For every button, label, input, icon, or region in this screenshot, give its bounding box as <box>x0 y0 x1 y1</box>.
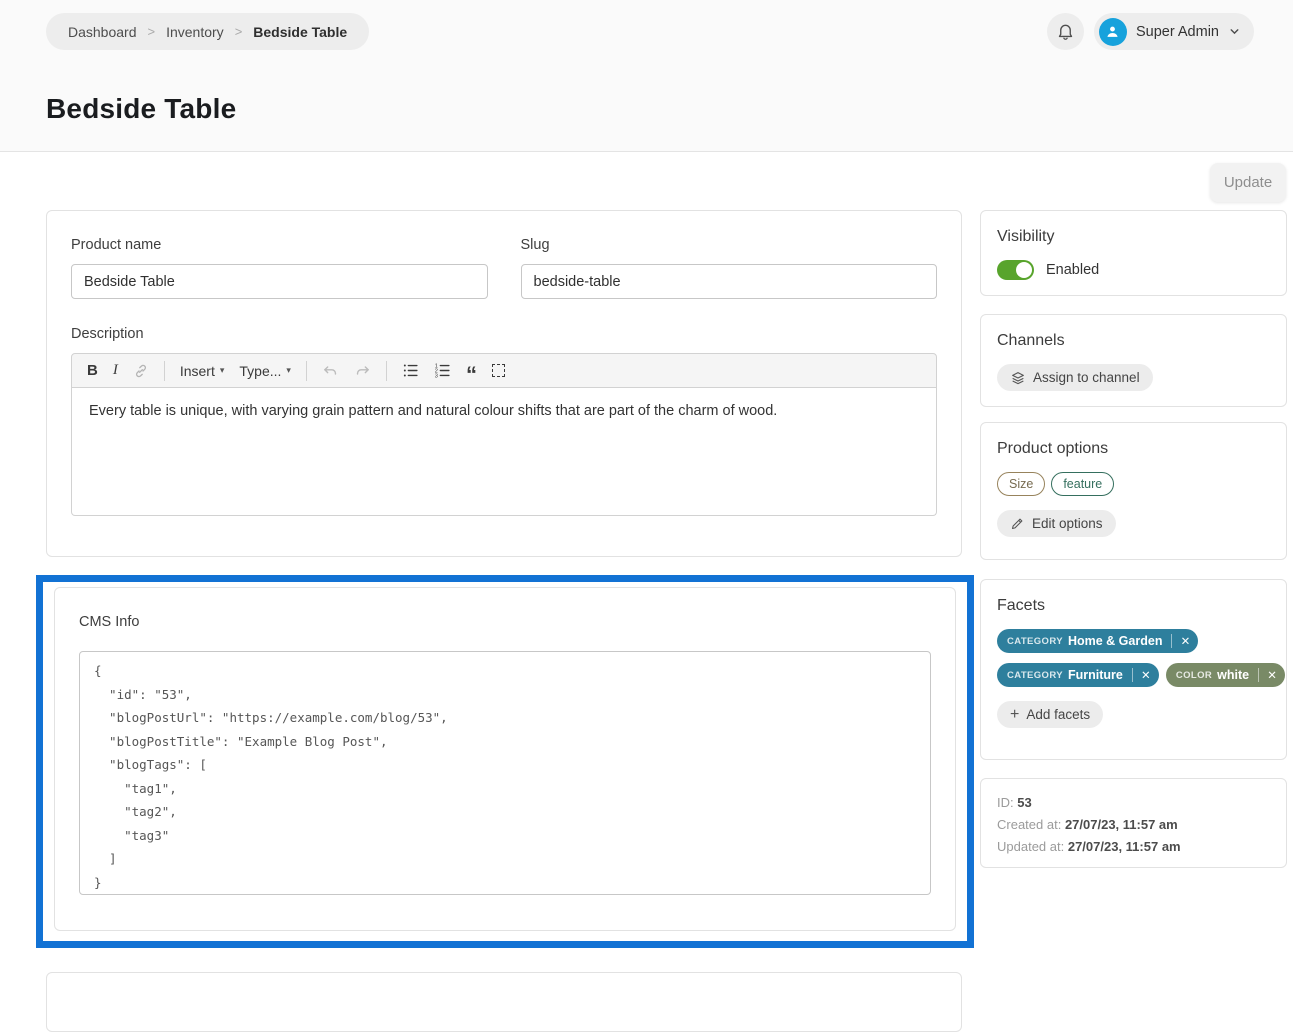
toolbar-divider <box>306 361 307 381</box>
entity-meta-card: ID: 53 Created at: 27/07/23, 11:57 am Up… <box>980 778 1287 868</box>
assign-to-channel-button[interactable]: Assign to channel <box>997 364 1153 391</box>
facets-title: Facets <box>997 597 1270 615</box>
edit-options-button[interactable]: Edit options <box>997 510 1116 537</box>
facet-group-label: CATEGORY <box>1007 636 1063 647</box>
channels-card: Channels Assign to channel <box>980 314 1287 407</box>
facet-chip-home-garden: CATEGORY Home & Garden ✕ <box>997 629 1198 653</box>
cms-info-title: CMS Info <box>79 614 931 630</box>
facet-value-label: white <box>1217 668 1249 682</box>
header-actions: Super Admin <box>1047 13 1254 50</box>
insert-label: Insert <box>180 363 215 379</box>
remove-facet-button[interactable]: ✕ <box>1259 668 1285 682</box>
option-chip-size: Size <box>997 472 1045 496</box>
breadcrumb-separator: > <box>148 24 156 39</box>
facet-group-label: CATEGORY <box>1007 670 1063 681</box>
add-facets-button[interactable]: + Add facets <box>997 701 1103 728</box>
update-button[interactable]: Update <box>1210 163 1286 202</box>
redo-icon <box>354 362 371 379</box>
breadcrumb-separator: > <box>235 24 243 39</box>
breadcrumb: Dashboard > Inventory > Bedside Table <box>46 13 369 50</box>
remove-facet-button[interactable]: ✕ <box>1172 634 1198 648</box>
undo-icon <box>322 362 339 379</box>
caret-down-icon: ▾ <box>220 365 225 376</box>
visibility-toggle[interactable] <box>997 260 1034 280</box>
notifications-button[interactable] <box>1047 13 1084 50</box>
facet-value-label: Furniture <box>1068 668 1123 682</box>
avatar <box>1099 18 1127 46</box>
breadcrumb-current-page: Bedside Table <box>253 24 347 40</box>
chevron-down-icon <box>1228 25 1241 38</box>
cms-json-input[interactable]: { "id": "53", "blogPostUrl": "https://ex… <box>79 651 931 895</box>
facet-chip-furniture: CATEGORY Furniture ✕ <box>997 663 1159 687</box>
type-label: Type... <box>239 363 281 379</box>
product-details-card: Product name Slug Description B I <box>46 210 962 557</box>
product-options-title: Product options <box>997 440 1270 458</box>
page-title: Bedside Table <box>46 93 236 125</box>
toolbar-divider <box>164 361 165 381</box>
meta-created-row: Created at: 27/07/23, 11:57 am <box>997 814 1270 836</box>
breadcrumb-dashboard[interactable]: Dashboard <box>68 24 137 40</box>
add-facets-label: Add facets <box>1026 707 1090 722</box>
updated-at-value: 27/07/23, 11:57 am <box>1068 839 1181 854</box>
visibility-title: Visibility <box>997 228 1270 246</box>
ordered-list-button[interactable]: 1 2 3 <box>434 362 451 379</box>
slug-input[interactable] <box>521 264 938 299</box>
slug-label: Slug <box>521 237 938 253</box>
bullet-list-icon <box>402 362 419 379</box>
user-name: Super Admin <box>1136 24 1219 40</box>
blockquote-button[interactable]: “ <box>466 361 477 380</box>
rich-text-editor: B I Insert ▾ Type... ▾ <box>71 353 937 516</box>
next-section-card <box>46 972 962 1032</box>
bold-button[interactable]: B <box>87 362 98 379</box>
caret-down-icon: ▾ <box>286 365 291 376</box>
product-options-card: Product options Size feature Edit option… <box>980 422 1287 560</box>
toggle-knob <box>1016 262 1032 278</box>
facet-value-label: Home & Garden <box>1068 634 1162 648</box>
visibility-card: Visibility Enabled <box>980 210 1287 296</box>
id-value: 53 <box>1017 795 1031 810</box>
editor-toolbar: B I Insert ▾ Type... ▾ <box>71 353 937 388</box>
bullet-list-button[interactable] <box>402 362 419 379</box>
facets-card: Facets CATEGORY Home & Garden ✕ CATEGORY… <box>980 579 1287 760</box>
ordered-list-icon: 1 2 3 <box>434 362 451 379</box>
bell-icon <box>1056 22 1075 41</box>
italic-button[interactable]: I <box>113 362 118 379</box>
pencil-icon <box>1010 516 1025 531</box>
link-icon <box>133 363 149 379</box>
code-block-button[interactable] <box>492 364 505 377</box>
option-chip-feature: feature <box>1051 472 1114 496</box>
breadcrumb-inventory[interactable]: Inventory <box>166 24 224 40</box>
cms-info-highlight-outline: CMS Info { "id": "53", "blogPostUrl": "h… <box>36 575 974 948</box>
description-label: Description <box>71 326 937 342</box>
meta-updated-row: Updated at: 27/07/23, 11:57 am <box>997 836 1270 858</box>
type-dropdown[interactable]: Type... ▾ <box>239 363 291 379</box>
created-at-label: Created at: <box>997 817 1061 832</box>
created-at-value: 27/07/23, 11:57 am <box>1065 817 1178 832</box>
updated-at-label: Updated at: <box>997 839 1064 854</box>
redo-button[interactable] <box>354 362 371 379</box>
meta-id-row: ID: 53 <box>997 792 1270 814</box>
toolbar-divider <box>386 361 387 381</box>
link-button[interactable] <box>133 363 149 379</box>
edit-options-label: Edit options <box>1032 516 1103 531</box>
visibility-state-label: Enabled <box>1046 262 1099 278</box>
dashed-square-icon <box>492 364 505 377</box>
undo-button[interactable] <box>322 362 339 379</box>
facet-chip-color-white: COLOR white ✕ <box>1166 663 1285 687</box>
assign-to-channel-label: Assign to channel <box>1033 370 1140 385</box>
product-name-input[interactable] <box>71 264 488 299</box>
cms-info-card: CMS Info { "id": "53", "blogPostUrl": "h… <box>54 587 956 931</box>
plus-icon: + <box>1010 708 1019 722</box>
description-editor-body[interactable]: Every table is unique, with varying grai… <box>71 388 937 516</box>
id-label: ID: <box>997 795 1014 810</box>
user-menu-button[interactable]: Super Admin <box>1094 13 1254 50</box>
product-name-label: Product name <box>71 237 488 253</box>
channels-title: Channels <box>997 332 1270 350</box>
remove-facet-button[interactable]: ✕ <box>1133 668 1159 682</box>
facet-group-label: COLOR <box>1176 670 1212 681</box>
svg-text:3: 3 <box>435 374 438 379</box>
insert-dropdown[interactable]: Insert ▾ <box>180 363 225 379</box>
top-header: Dashboard > Inventory > Bedside Table Su… <box>0 0 1293 152</box>
layers-icon <box>1010 370 1026 386</box>
